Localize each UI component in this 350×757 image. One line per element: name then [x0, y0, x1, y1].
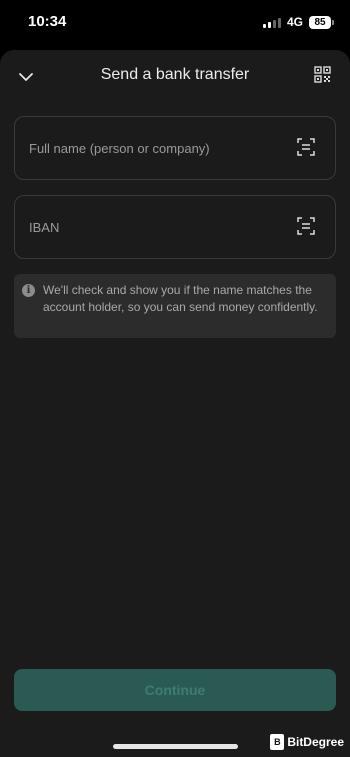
sheet-header: Send a bank transfer: [0, 50, 350, 102]
info-text: We'll check and show you if the name mat…: [43, 283, 318, 314]
battery-level: 85: [309, 15, 331, 29]
continue-button[interactable]: Continue: [14, 669, 336, 711]
qr-code-icon[interactable]: [314, 66, 334, 86]
page-title: Send a bank transfer: [100, 66, 250, 83]
bitdegree-logo-icon: B: [270, 734, 285, 750]
watermark-text: BitDegree: [287, 735, 344, 749]
iban-input[interactable]: [29, 196, 279, 258]
battery-icon: 85: [309, 15, 334, 29]
transfer-sheet: Send a bank transfer Full name (person o…: [0, 50, 350, 757]
status-time: 10:34: [28, 13, 67, 30]
full-name-input[interactable]: [29, 117, 279, 179]
info-icon: i: [22, 284, 35, 297]
status-indicators: 4G 85: [262, 14, 334, 30]
status-bar: 10:34 4G 85: [0, 0, 350, 46]
network-type: 4G: [286, 15, 303, 29]
home-indicator[interactable]: [113, 744, 238, 749]
signal-icon: [262, 17, 281, 28]
full-name-field[interactable]: [14, 116, 336, 180]
iban-field[interactable]: [14, 195, 336, 259]
info-notice: i We'll check and show you if the name m…: [14, 274, 336, 338]
watermark: B BitDegree: [270, 733, 344, 751]
scan-icon[interactable]: [297, 217, 317, 237]
scan-icon[interactable]: [297, 138, 317, 158]
